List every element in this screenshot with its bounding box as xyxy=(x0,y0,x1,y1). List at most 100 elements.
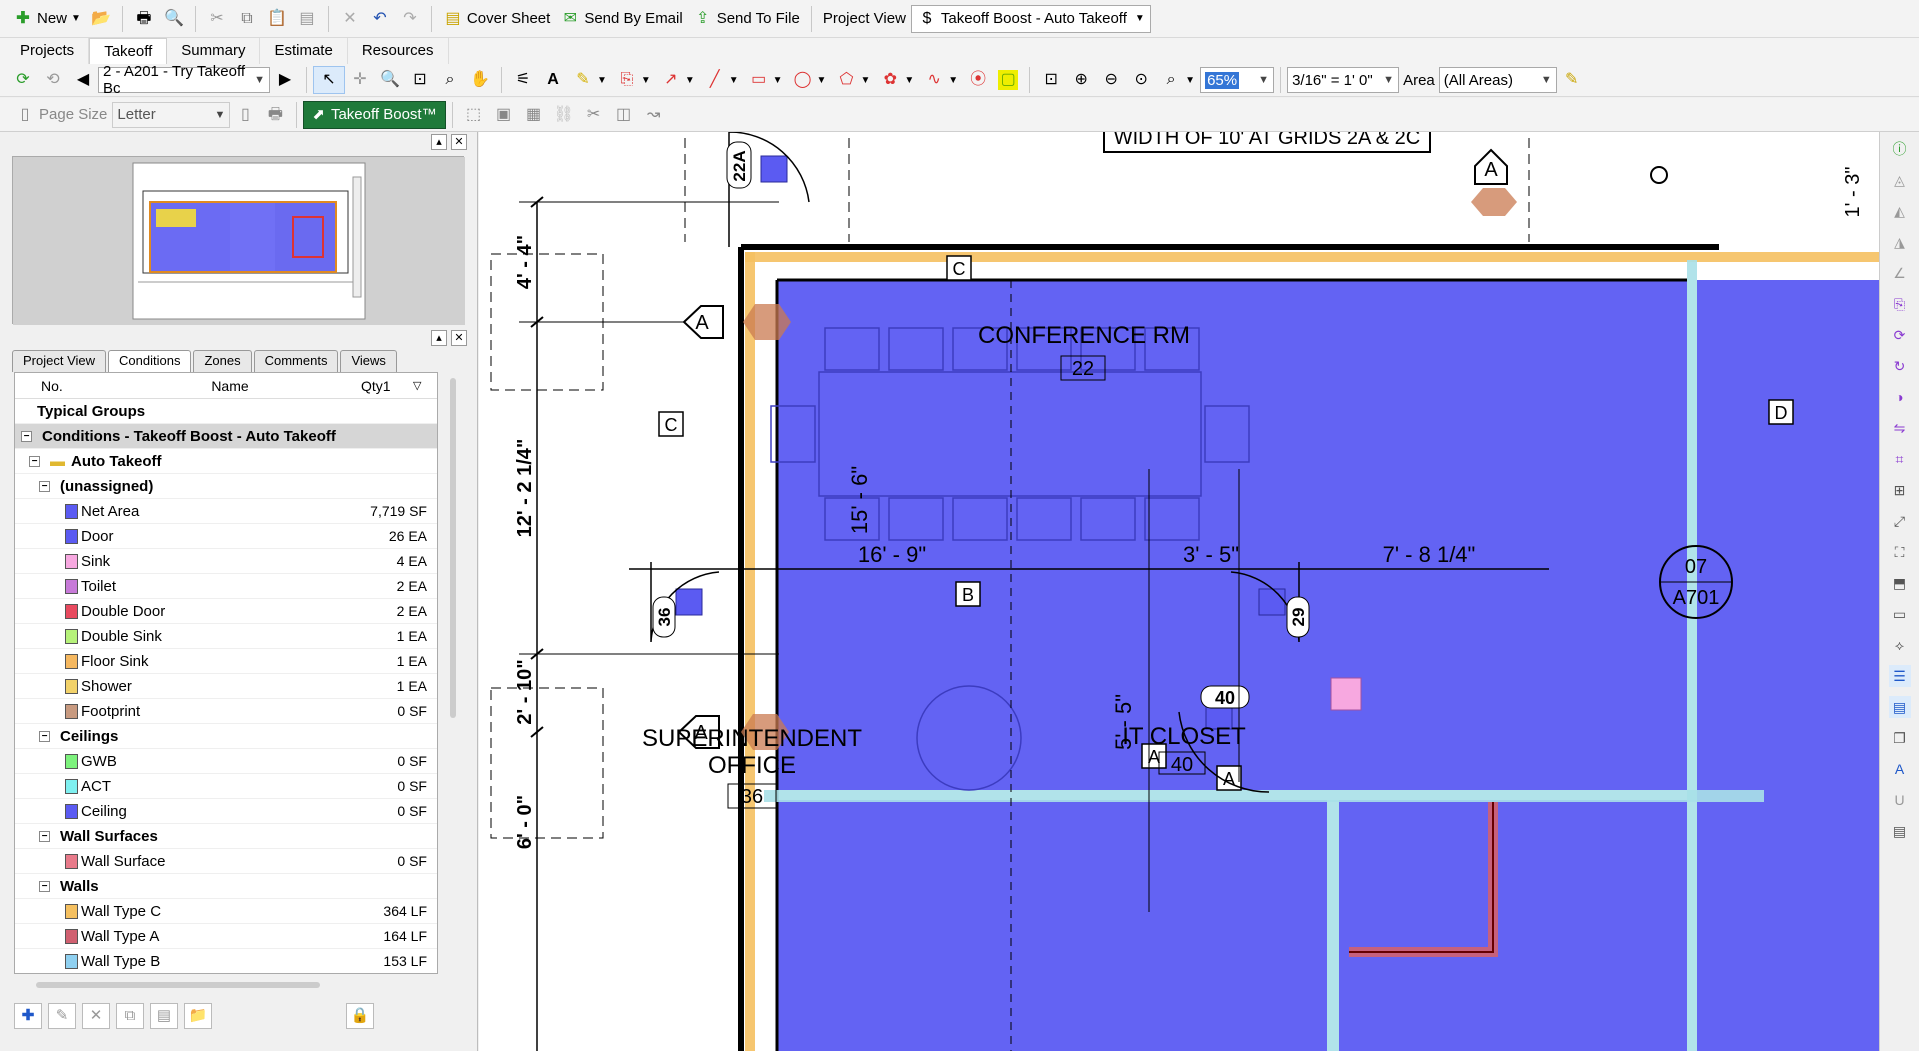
area-select[interactable]: (All Areas) ▼ xyxy=(1438,67,1557,93)
template-button[interactable]: ▤ xyxy=(150,1003,178,1029)
paste-button[interactable]: 📋 xyxy=(262,5,292,33)
delete-condition-button[interactable]: ✕ xyxy=(82,1003,110,1029)
page-size-select[interactable]: Letter ▼ xyxy=(112,101,231,128)
arrow-tool[interactable]: ↗ ▼ xyxy=(656,66,700,94)
menu-resources[interactable]: Resources xyxy=(348,38,449,64)
sink-marker[interactable] xyxy=(1330,677,1362,711)
callout-tool[interactable]: ⎘ ▼ xyxy=(612,66,656,94)
condition-group-row[interactable]: − (unassigned) xyxy=(15,474,437,499)
net-area-it[interactable] xyxy=(1339,800,1687,1051)
pin-icon[interactable]: ▴ xyxy=(431,330,447,346)
ellipse-tool[interactable]: ◯ ▼ xyxy=(788,66,832,94)
condition-row[interactable]: Shower 1 EA xyxy=(15,674,437,699)
new-folder-button[interactable]: 📁 xyxy=(184,1003,212,1029)
polygon-tool[interactable]: ⬠ ▼ xyxy=(831,66,875,94)
compare-icon[interactable]: ⇋ xyxy=(1889,417,1911,439)
redo-button[interactable]: ↷ xyxy=(395,5,425,33)
print-button[interactable]: 🖶 xyxy=(129,5,159,33)
paste-special-button[interactable]: ▤ xyxy=(292,5,322,33)
zoom-fit-button[interactable]: ⊡ xyxy=(1036,66,1066,94)
condition-row[interactable]: ACT 0 SF xyxy=(15,774,437,799)
condition-group-row[interactable]: − Conditions - Takeoff Boost - Auto Takeo… xyxy=(15,424,437,449)
area-tool-button[interactable]: ✎ xyxy=(1557,66,1587,94)
condition-row[interactable]: GWB 0 SF xyxy=(15,749,437,774)
angle-icon[interactable]: ∠ xyxy=(1889,262,1911,284)
cover-sheet-button[interactable]: ▤ Cover Sheet xyxy=(438,5,555,33)
condition-group-row[interactable]: − Ceilings xyxy=(15,724,437,749)
condition-row[interactable]: Footprint 0 SF xyxy=(15,699,437,724)
zoom-window-tool[interactable]: ⌕ xyxy=(435,66,465,94)
collapse-icon[interactable]: − xyxy=(39,830,50,842)
copy-condition-button[interactable]: ⧉ xyxy=(116,1003,144,1029)
door-marker[interactable] xyxy=(760,155,788,183)
open-button[interactable]: 📂 xyxy=(86,5,116,33)
condition-row[interactable]: Wall Type A 164 LF xyxy=(15,924,437,949)
line-tool[interactable]: ╱ ▼ xyxy=(700,66,744,94)
fit-icon[interactable]: ⛶ xyxy=(1889,541,1911,563)
snap-icon[interactable]: ⟡ xyxy=(1889,634,1911,656)
details-icon[interactable]: ▤ xyxy=(1889,820,1911,842)
zoom-tool[interactable]: 🔍 xyxy=(375,66,405,94)
page-size-button[interactable]: ▯ Page Size xyxy=(10,101,112,129)
condition-row[interactable]: Net Area 7,719 SF xyxy=(15,499,437,524)
condition-row[interactable]: Double Door 2 EA xyxy=(15,599,437,624)
tab-conditions[interactable]: Conditions xyxy=(108,350,192,372)
cloud-tool[interactable]: ✿ ▼ xyxy=(875,66,919,94)
freehand-tool[interactable]: ∿ ▼ xyxy=(919,66,963,94)
condition-row[interactable]: Toilet 2 EA xyxy=(15,574,437,599)
magic-tool[interactable]: ⚟ xyxy=(508,66,538,94)
select-tool[interactable]: ↖ xyxy=(313,66,345,94)
copy-button[interactable]: ⧉ xyxy=(232,5,262,33)
window-icon[interactable]: ▭ xyxy=(1889,603,1911,625)
boost-tool-7[interactable]: ↝ xyxy=(639,101,669,129)
condition-row[interactable]: Floor Sink 1 EA xyxy=(15,649,437,674)
expand-icon[interactable]: ⤢ xyxy=(1889,510,1911,532)
collapse-icon[interactable]: − xyxy=(39,480,50,492)
new-page-button[interactable]: ▯ xyxy=(230,101,260,129)
page-copy-icon[interactable]: ⎘ xyxy=(1889,293,1911,315)
add-condition-button[interactable]: ✚ xyxy=(14,1003,42,1029)
condition-row[interactable]: Ceiling 0 SF xyxy=(15,799,437,824)
zoom-in-button[interactable]: ⊕ xyxy=(1066,66,1096,94)
split-view-icon[interactable]: ⬒ xyxy=(1889,572,1911,594)
page-select[interactable]: 2 - A201 - Try Takeoff Bc ▼ xyxy=(98,63,270,97)
tab-comments[interactable]: Comments xyxy=(253,350,339,372)
new-button[interactable]: ✚ New ▼ xyxy=(8,5,86,33)
zoom-out-button[interactable]: ⊖ xyxy=(1096,66,1126,94)
undo-button[interactable]: ↶ xyxy=(365,5,395,33)
condition-row[interactable]: Double Sink 1 EA xyxy=(15,624,437,649)
col-name[interactable]: Name xyxy=(75,378,325,394)
text-box-icon[interactable]: A xyxy=(1889,758,1911,780)
send-by-email-button[interactable]: ✉ Send By Email xyxy=(555,5,687,33)
triangle-tool-icon[interactable]: ◮ xyxy=(1889,231,1911,253)
boost-tool-6[interactable]: ◫ xyxy=(609,101,639,129)
layer-icon[interactable]: ◑ xyxy=(1889,386,1911,408)
list-view-icon[interactable]: ☰ xyxy=(1888,665,1911,687)
delete-button[interactable]: ✕ xyxy=(335,5,365,33)
rotate-icon[interactable]: ↻ xyxy=(1889,355,1911,377)
pin-icon[interactable]: ▴ xyxy=(431,134,447,150)
note-tool[interactable]: ▢ xyxy=(993,66,1023,94)
wall-type-c-top[interactable] xyxy=(745,252,1879,262)
collapse-icon[interactable]: − xyxy=(29,455,40,467)
print-page-button[interactable]: 🖶 xyxy=(260,101,290,129)
condition-group-row[interactable]: − Wall Surfaces xyxy=(15,824,437,849)
menu-summary[interactable]: Summary xyxy=(167,38,261,64)
vertical-scrollbar[interactable] xyxy=(450,378,456,718)
net-area-superintendent[interactable] xyxy=(777,800,1327,1051)
stack-icon[interactable]: ❐ xyxy=(1889,727,1911,749)
condition-row[interactable]: Door 26 EA xyxy=(15,524,437,549)
tag-c-2[interactable]: C xyxy=(658,411,684,437)
zoom-menu-button[interactable]: ⌕ ▼ xyxy=(1156,66,1200,94)
net-area-east[interactable] xyxy=(1697,280,1879,1051)
wall-type-b-v[interactable] xyxy=(1687,260,1697,1051)
takeoff-boost-button[interactable]: ⬈ Takeoff Boost™ xyxy=(303,100,446,129)
collapse-icon[interactable]: − xyxy=(21,430,32,442)
col-qty[interactable]: Qty1 xyxy=(325,378,405,394)
boost-tool-2[interactable]: ▣ xyxy=(489,101,519,129)
col-no[interactable]: No. xyxy=(15,378,75,394)
refresh-button[interactable]: ⟳ xyxy=(8,66,38,94)
highlight-tool[interactable]: ✎ ▼ xyxy=(568,66,612,94)
next-page-button[interactable]: ▶ xyxy=(270,66,300,94)
send-to-file-button[interactable]: ⇪ Send To File xyxy=(688,5,805,33)
